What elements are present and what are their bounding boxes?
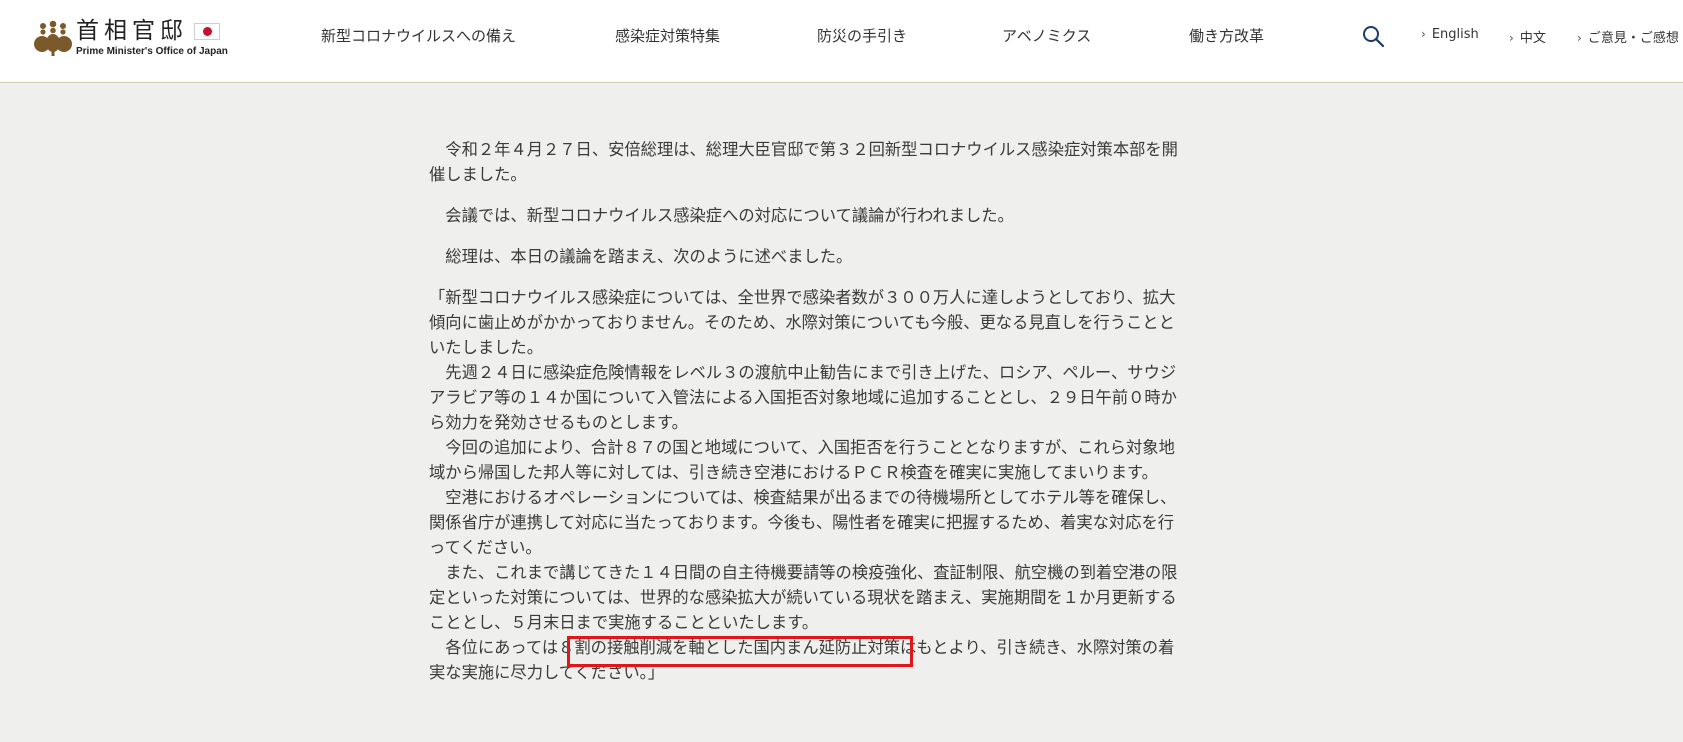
- nav-item-disaster-guide[interactable]: 防災の手引き: [817, 25, 907, 46]
- chevron-right-icon: ›: [1421, 27, 1426, 41]
- paulownia-emblem-icon: [34, 20, 72, 56]
- link-feedback[interactable]: › ご意見・ご感想: [1577, 27, 1679, 46]
- quote-paragraph: 今回の追加により、合計８７の国と地域について、入国拒否を行うこととなりますが、こ…: [429, 438, 1175, 482]
- link-chinese-label: 中文: [1519, 31, 1546, 46]
- nav-item-abenomics[interactable]: アベノミクス: [1002, 25, 1091, 46]
- link-feedback-label: ご意見・ご感想: [1587, 31, 1679, 46]
- nav-item-infection-control-feature[interactable]: 感染症対策特集: [615, 25, 720, 46]
- chevron-right-icon: ›: [1577, 31, 1582, 45]
- article-paragraph: 令和２年４月２７日、安倍総理は、総理大臣官邸で第３２回新型コロナウイルス感染症対…: [429, 140, 1178, 184]
- nav-item-coronavirus-preparedness[interactable]: 新型コロナウイルスへの備え: [321, 25, 516, 46]
- quote-paragraph: 各位にあっては８割の接触削減を軸とした国内まん延防止対策はもとより、引き続き、水…: [429, 638, 1175, 682]
- japan-flag-icon: [194, 22, 220, 40]
- quote-paragraph: 先週２４日に感染症危険情報をレベル３の渡航中止勧告にまで引き上げた、ロシア、ペル…: [429, 363, 1177, 432]
- article-paragraph: 会議では、新型コロナウイルス感染症への対応について議論が行われました。: [429, 206, 1014, 225]
- link-chinese[interactable]: › 中文: [1509, 27, 1546, 46]
- logo-title: 首相官邸: [76, 17, 188, 44]
- quote-paragraph: また、これまで講じてきた１４日間の自主待機要請等の検疫強化、査証制限、航空機の到…: [429, 563, 1178, 632]
- quote-paragraph: 空港におけるオペレーションについては、検査結果が出るまでの待機場所としてホテル等…: [429, 488, 1177, 557]
- site-header: 首相官邸 Prime Minister's Office of Japan 新型…: [0, 0, 1683, 83]
- article-paragraph: 総理は、本日の議論を踏まえ、次のように述べました。: [429, 247, 853, 266]
- chevron-right-icon: ›: [1509, 31, 1514, 45]
- search-icon[interactable]: [1362, 25, 1384, 47]
- article-body: 令和２年４月２７日、安倍総理は、総理大臣官邸で第３２回新型コロナウイルス感染症対…: [429, 137, 1189, 685]
- nav-item-work-style-reform[interactable]: 働き方改革: [1189, 25, 1264, 46]
- logo-subtitle: Prime Minister's Office of Japan: [76, 45, 228, 57]
- quote-paragraph: 「新型コロナウイルス感染症については、全世界で感染者数が３００万人に達しようとし…: [429, 288, 1176, 357]
- pm-statement-quote: 「新型コロナウイルス感染症については、全世界で感染者数が３００万人に達しようとし…: [429, 285, 1189, 685]
- link-english-label: English: [1431, 27, 1479, 42]
- site-logo[interactable]: 首相官邸 Prime Minister's Office of Japan: [34, 18, 228, 58]
- link-english[interactable]: › English: [1421, 27, 1479, 42]
